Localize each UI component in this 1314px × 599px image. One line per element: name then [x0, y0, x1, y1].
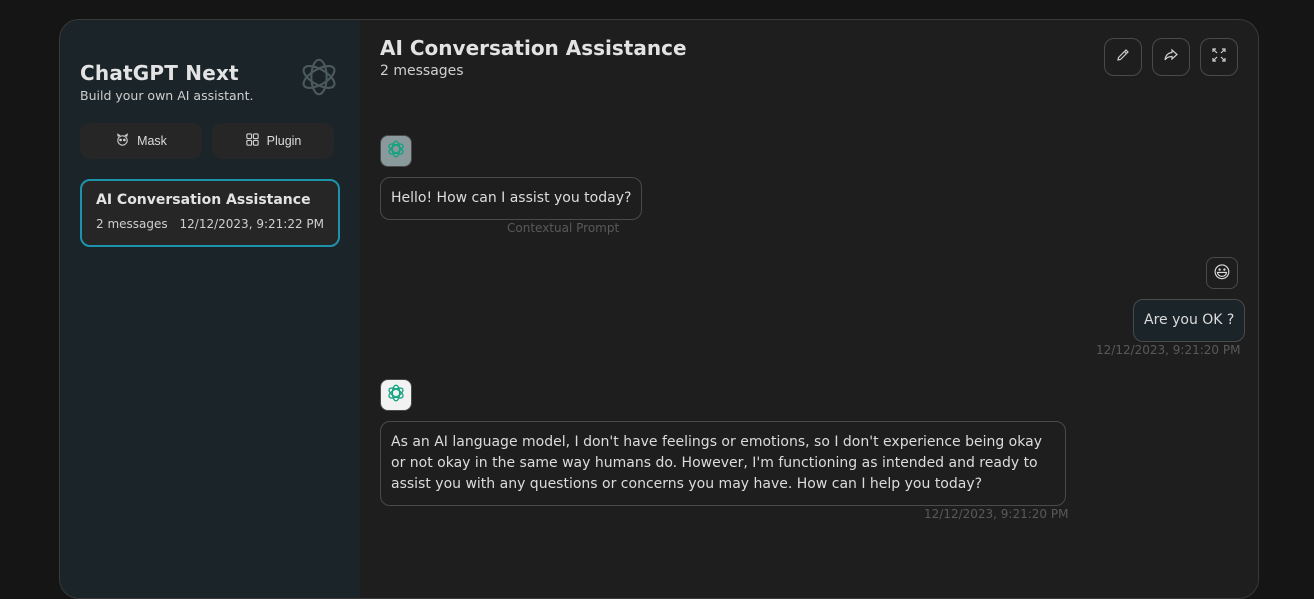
- openai-icon: [385, 382, 407, 408]
- plugin-label: Plugin: [266, 134, 302, 148]
- chat-list-item[interactable]: AI Conversation Assistance 2 messages 12…: [80, 179, 340, 247]
- openai-icon: [385, 138, 407, 164]
- chat-title: AI Conversation Assistance: [380, 36, 687, 60]
- message-meta: Contextual Prompt: [507, 221, 620, 235]
- message-meta: 12/12/2023, 9:21:20 PM: [924, 507, 1069, 521]
- chat-item-title: AI Conversation Assistance: [96, 192, 311, 208]
- user-avatar: 😃: [1206, 257, 1238, 289]
- chat-item-time: 12/12/2023, 9:21:22 PM: [179, 217, 324, 231]
- edit-icon: [1115, 47, 1131, 67]
- mask-button[interactable]: Mask: [80, 123, 202, 159]
- share-icon: [1163, 47, 1179, 67]
- edit-button[interactable]: [1104, 38, 1142, 76]
- assistant-message-bubble: Hello! How can I assist you today?: [380, 177, 643, 220]
- app-window: ChatGPT Next Build your own AI assistant…: [59, 19, 1259, 599]
- mask-icon: [115, 132, 130, 150]
- message-meta: 12/12/2023, 9:21:20 PM: [1096, 343, 1241, 357]
- assistant-message-bubble: As an AI language model, I don't have fe…: [380, 421, 1066, 506]
- assistant-avatar: [380, 135, 412, 167]
- plugin-button[interactable]: Plugin: [212, 123, 334, 159]
- plugin-icon: [245, 132, 260, 150]
- sidebar: ChatGPT Next Build your own AI assistant…: [60, 20, 360, 598]
- chat-item-meta: 2 messages 12/12/2023, 9:21:22 PM: [96, 217, 324, 231]
- chat-main: AI Conversation Assistance 2 messages He…: [360, 20, 1258, 598]
- assistant-avatar: [380, 379, 412, 411]
- chat-message-count: 2 messages: [380, 63, 464, 79]
- user-message-bubble: Are you OK ?: [1133, 299, 1246, 342]
- openai-logo-icon: [296, 54, 342, 100]
- share-button[interactable]: [1152, 38, 1190, 76]
- smiley-emoji-icon: 😃: [1213, 263, 1231, 283]
- mask-label: Mask: [137, 134, 167, 148]
- fullscreen-icon: [1211, 47, 1227, 67]
- sidebar-actions: Mask Plugin: [80, 123, 340, 159]
- chat-item-count: 2 messages: [96, 217, 168, 231]
- fullscreen-button[interactable]: [1200, 38, 1238, 76]
